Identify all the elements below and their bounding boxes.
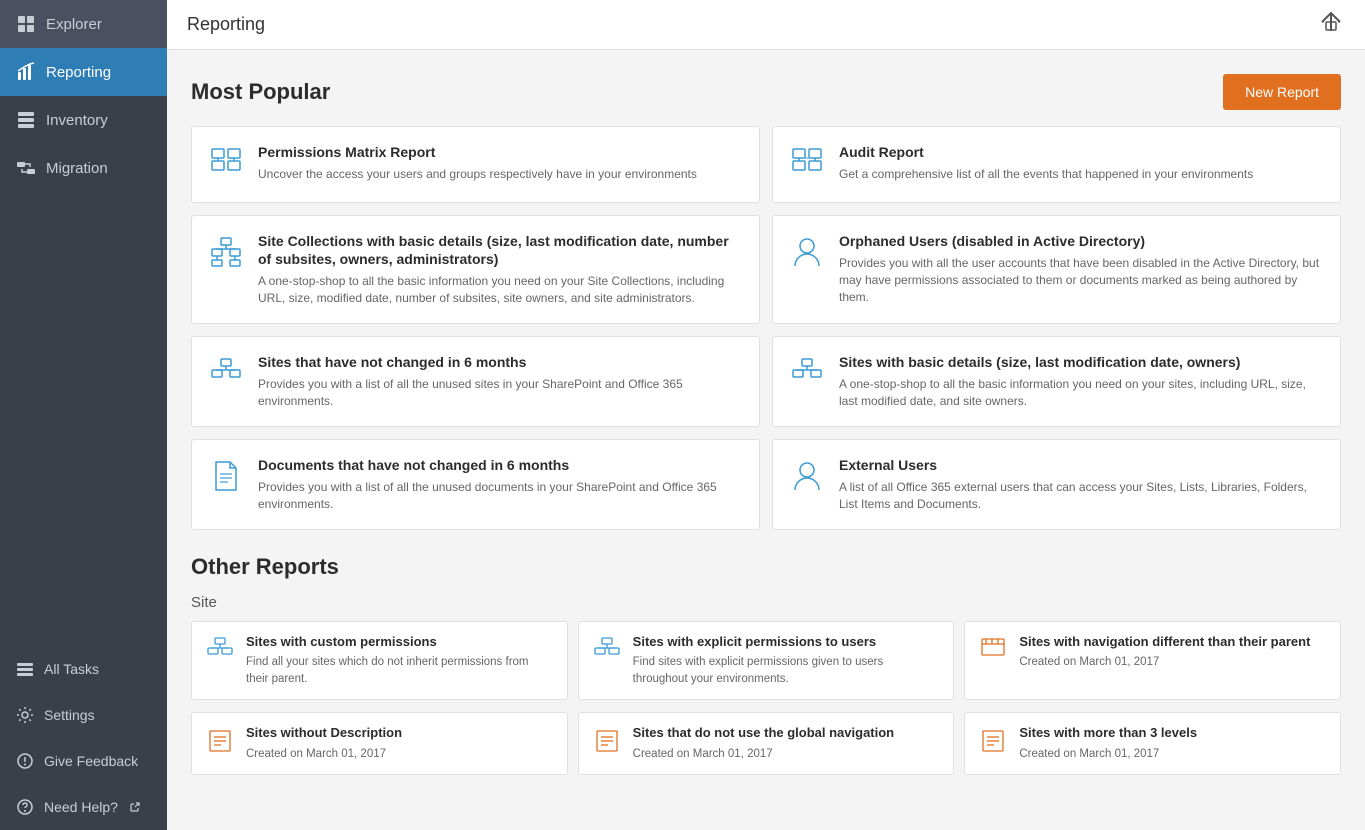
small-card-custom-permissions-title: Sites with custom permissions [246, 634, 553, 651]
other-reports-row1: Sites with custom permissions Find all y… [191, 621, 1341, 700]
sidebar-item-need-help-label: Need Help? [44, 799, 118, 815]
report-card-docs-unchanged[interactable]: Documents that have not changed in 6 mon… [191, 439, 760, 530]
sidebar-bottom: All Tasks Settings Give Feedback Need [0, 646, 167, 830]
sidebar-item-settings[interactable]: Settings [0, 692, 167, 738]
sites-levels-icon [979, 727, 1007, 760]
page-title: Reporting [187, 14, 265, 35]
report-card-sites-basic[interactable]: Sites with basic details (size, last mod… [772, 336, 1341, 427]
permissions-icon [208, 145, 244, 186]
small-card-explicit-permissions[interactable]: Sites with explicit permissions to users… [578, 621, 955, 700]
small-card-explicit-permissions-title: Sites with explicit permissions to users [633, 634, 940, 651]
report-card-sites-basic-title: Sites with basic details (size, last mod… [839, 353, 1324, 371]
sidebar: Explorer Reporting Inventory Migration [0, 0, 167, 830]
sites-basic-icon [789, 355, 825, 396]
report-card-site-collections-title: Site Collections with basic details (siz… [258, 232, 743, 268]
explorer-icon [16, 14, 36, 34]
most-popular-grid: Permissions Matrix Report Uncover the ac… [191, 126, 1341, 530]
report-card-orphaned-users-desc: Provides you with all the user accounts … [839, 255, 1324, 305]
report-card-external-users-desc: A list of all Office 365 external users … [839, 479, 1324, 513]
sidebar-item-reporting-label: Reporting [46, 64, 111, 81]
sidebar-item-explorer[interactable]: Explorer [0, 0, 167, 48]
orphaned-users-icon [789, 234, 825, 275]
sidebar-item-migration-label: Migration [46, 160, 108, 177]
small-card-nav-different-title: Sites with navigation different than the… [1019, 634, 1310, 651]
sidebar-item-reporting[interactable]: Reporting [0, 48, 167, 96]
sites-custom-icon [206, 636, 234, 669]
sites-no-desc-icon [206, 727, 234, 760]
small-card-no-description-title: Sites without Description [246, 725, 402, 742]
report-card-audit-title: Audit Report [839, 143, 1253, 161]
sites-nav-icon [979, 636, 1007, 669]
external-users-icon [789, 458, 825, 499]
sites-no-global-nav-icon [593, 727, 621, 760]
report-card-permissions-matrix-desc: Uncover the access your users and groups… [258, 166, 697, 183]
small-card-no-global-nav-title: Sites that do not use the global navigat… [633, 725, 894, 742]
sidebar-item-migration[interactable]: Migration [0, 144, 167, 192]
report-card-docs-unchanged-desc: Provides you with a list of all the unus… [258, 479, 743, 513]
small-card-more-levels-desc: Created on March 01, 2017 [1019, 746, 1197, 762]
content-area: Most Popular New Report Permiss [167, 50, 1365, 830]
small-card-custom-permissions[interactable]: Sites with custom permissions Find all y… [191, 621, 568, 700]
sidebar-item-give-feedback[interactable]: Give Feedback [0, 738, 167, 784]
small-card-no-global-nav-desc: Created on March 01, 2017 [633, 746, 894, 762]
site-collections-icon [208, 234, 244, 275]
other-reports-row2: Sites without Description Created on Mar… [191, 712, 1341, 775]
site-section-title: Site [191, 594, 1341, 611]
settings-icon [16, 706, 34, 724]
tasks-icon [16, 660, 34, 678]
report-card-orphaned-users-title: Orphaned Users (disabled in Active Direc… [839, 232, 1324, 250]
external-link-icon [130, 802, 140, 812]
report-card-sites-basic-desc: A one-stop-shop to all the basic informa… [839, 376, 1324, 410]
report-card-sites-unchanged-title: Sites that have not changed in 6 months [258, 353, 743, 371]
sidebar-item-settings-label: Settings [44, 707, 95, 723]
sidebar-item-all-tasks-label: All Tasks [44, 661, 99, 677]
report-card-external-users[interactable]: External Users A list of all Office 365 … [772, 439, 1341, 530]
report-card-permissions-matrix-title: Permissions Matrix Report [258, 143, 697, 161]
docs-unchanged-icon [208, 458, 244, 499]
main-area: Reporting Most Popular New Report [167, 0, 1365, 830]
sites-unchanged-icon [208, 355, 244, 396]
small-card-explicit-permissions-desc: Find sites with explicit permissions giv… [633, 654, 940, 686]
report-card-external-users-title: External Users [839, 456, 1324, 474]
report-card-orphaned-users[interactable]: Orphaned Users (disabled in Active Direc… [772, 215, 1341, 324]
small-card-nav-different[interactable]: Sites with navigation different than the… [964, 621, 1341, 700]
small-card-more-levels[interactable]: Sites with more than 3 levels Created on… [964, 712, 1341, 775]
help-icon [16, 798, 34, 816]
most-popular-title: Most Popular [191, 79, 330, 105]
report-card-sites-unchanged-desc: Provides you with a list of all the unus… [258, 376, 743, 410]
other-reports-title: Other Reports [191, 554, 1341, 580]
small-card-no-description[interactable]: Sites without Description Created on Mar… [191, 712, 568, 775]
small-card-no-description-desc: Created on March 01, 2017 [246, 746, 402, 762]
top-bar-logo [1317, 8, 1345, 41]
report-card-audit-desc: Get a comprehensive list of all the even… [839, 166, 1253, 183]
report-card-sites-unchanged[interactable]: Sites that have not changed in 6 months … [191, 336, 760, 427]
report-card-permissions-matrix[interactable]: Permissions Matrix Report Uncover the ac… [191, 126, 760, 203]
feedback-icon [16, 752, 34, 770]
audit-icon [789, 145, 825, 186]
report-card-audit[interactable]: Audit Report Get a comprehensive list of… [772, 126, 1341, 203]
sidebar-item-all-tasks[interactable]: All Tasks [0, 646, 167, 692]
inventory-icon [16, 110, 36, 130]
report-card-site-collections-desc: A one-stop-shop to all the basic informa… [258, 273, 743, 307]
sites-explicit-icon [593, 636, 621, 669]
small-card-no-global-nav[interactable]: Sites that do not use the global navigat… [578, 712, 955, 775]
report-card-site-collections[interactable]: Site Collections with basic details (siz… [191, 215, 760, 324]
sidebar-item-give-feedback-label: Give Feedback [44, 753, 138, 769]
small-card-more-levels-title: Sites with more than 3 levels [1019, 725, 1197, 742]
sidebar-item-inventory[interactable]: Inventory [0, 96, 167, 144]
sidebar-item-inventory-label: Inventory [46, 112, 108, 129]
report-card-docs-unchanged-title: Documents that have not changed in 6 mon… [258, 456, 743, 474]
new-report-button[interactable]: New Report [1223, 74, 1341, 110]
top-bar: Reporting [167, 0, 1365, 50]
sidebar-item-need-help[interactable]: Need Help? [0, 784, 167, 830]
most-popular-header: Most Popular New Report [191, 74, 1341, 110]
migration-icon [16, 158, 36, 178]
small-card-custom-permissions-desc: Find all your sites which do not inherit… [246, 654, 553, 686]
reporting-icon [16, 62, 36, 82]
sidebar-item-explorer-label: Explorer [46, 16, 102, 33]
small-card-nav-different-desc: Created on March 01, 2017 [1019, 654, 1310, 670]
